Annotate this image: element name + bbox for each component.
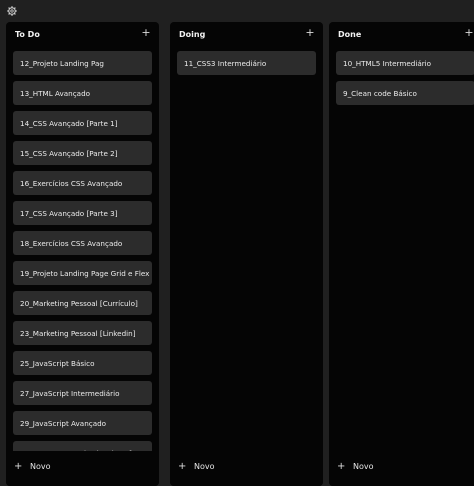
add-card-button[interactable]: + xyxy=(141,27,151,39)
column-doing: Doing + 11_CSS3 Intermediário + Novo xyxy=(170,22,323,486)
column-title: To Do xyxy=(15,30,40,39)
task-card[interactable]: 11_CSS3 Intermediário xyxy=(177,51,316,75)
column-to-do: To Do + 12_Projeto Landing Pag 13_HTML Av… xyxy=(6,22,159,486)
plus-icon: + xyxy=(178,460,187,472)
task-card[interactable]: 27_JavaScript Intermediário xyxy=(13,381,152,405)
task-card[interactable]: 16_Exercícios CSS Avançado xyxy=(13,171,152,195)
task-card[interactable]: 10_HTML5 Intermediário xyxy=(336,51,474,75)
task-card[interactable]: 29_JavaScript Avançado xyxy=(13,411,152,435)
new-card-label: Novo xyxy=(353,461,374,471)
new-card-button[interactable]: + Novo xyxy=(178,459,215,473)
top-bar xyxy=(0,0,474,22)
column-title: Doing xyxy=(179,30,206,39)
new-card-button[interactable]: + Novo xyxy=(14,459,51,473)
task-card[interactable]: 25_JavaScript Básico xyxy=(13,351,152,375)
task-card[interactable]: 18_Exercícios CSS Avançado xyxy=(13,231,152,255)
settings-button[interactable] xyxy=(6,5,18,17)
plus-icon: + xyxy=(14,460,23,472)
card-list[interactable]: 11_CSS3 Intermediário xyxy=(177,51,316,81)
task-card[interactable]: 12_Projeto Landing Pag xyxy=(13,51,152,75)
column-title: Done xyxy=(338,30,362,39)
task-card[interactable]: 23_Marketing Pessoal [Linkedin] xyxy=(13,321,152,345)
plus-icon: + xyxy=(337,460,346,472)
new-card-button[interactable]: + Novo xyxy=(337,459,374,473)
add-card-button[interactable]: + xyxy=(464,27,474,39)
column-header: Doing + xyxy=(170,22,323,48)
task-card[interactable]: 19_Projeto Landing Page Grid e Flex xyxy=(13,261,152,285)
task-card[interactable]: 20_Marketing Pessoal [Currículo] xyxy=(13,291,152,315)
task-card[interactable]: 14_CSS Avançado [Parte 1] xyxy=(13,111,152,135)
task-card[interactable]: 15_CSS Avançado [Parte 2] xyxy=(13,141,152,165)
card-list[interactable]: 12_Projeto Landing Pag 13_HTML Avançado 14… xyxy=(13,51,152,466)
task-card[interactable]: 13_HTML Avançado xyxy=(13,81,152,105)
column-header: To Do + xyxy=(6,22,159,48)
column-done: Done + 10_HTML5 Intermediário 9_Clean cod… xyxy=(329,22,474,486)
new-card-label: Novo xyxy=(30,461,51,471)
card-list[interactable]: 10_HTML5 Intermediário 9_Clean code Básic… xyxy=(336,51,474,111)
new-card-label: Novo xyxy=(194,461,215,471)
task-card[interactable]: 17_CSS Avançado [Parte 3] xyxy=(13,201,152,225)
add-card-button[interactable]: + xyxy=(305,27,315,39)
gear-icon xyxy=(7,6,17,16)
column-header: Done + xyxy=(329,22,474,48)
task-card[interactable]: 9_Clean code Básico xyxy=(336,81,474,105)
